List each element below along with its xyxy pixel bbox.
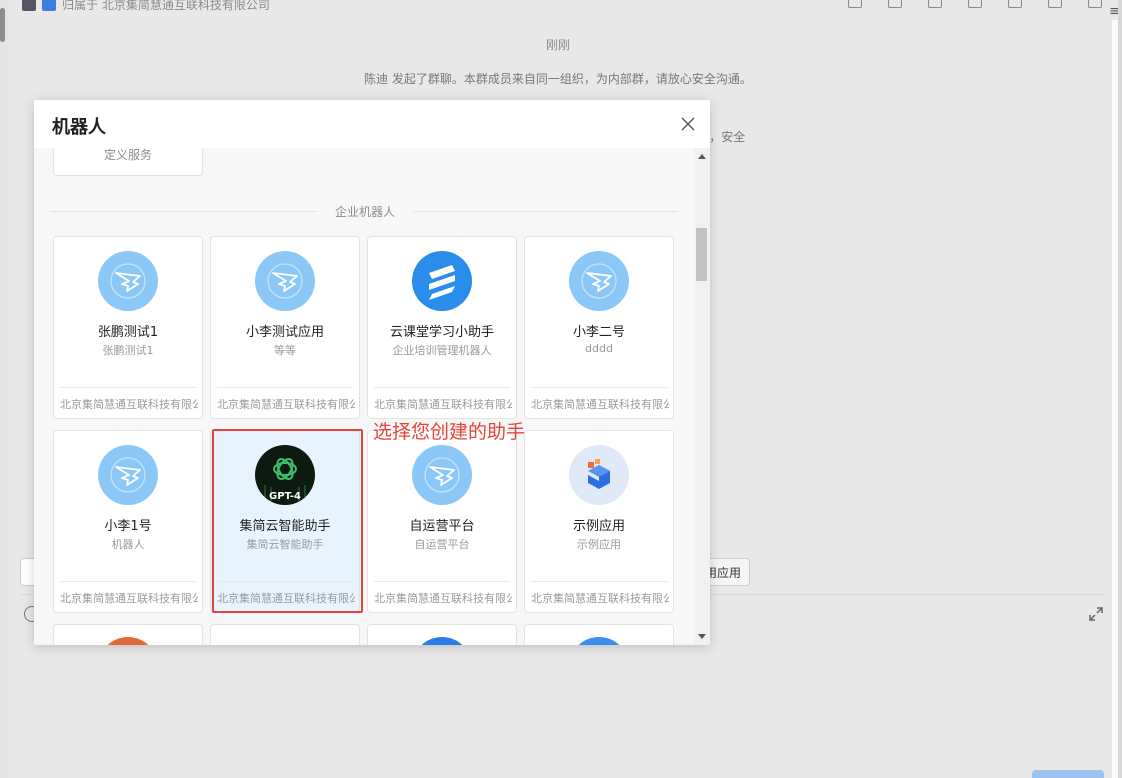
sample-app-icon — [569, 445, 629, 505]
card-separator — [60, 387, 196, 388]
robot-description: 企业培训管理机器人 — [392, 344, 492, 357]
robot-card-partial-next[interactable] — [367, 624, 517, 645]
robot-name: 小李1号 — [104, 519, 152, 534]
robot-description: 自运营平台 — [414, 538, 470, 551]
robot-name: 示例应用 — [572, 519, 625, 534]
group-avatar — [22, 0, 36, 11]
robot-description: 示例应用 — [577, 538, 621, 551]
robot-card[interactable]: 云课堂学习小助手企业培训管理机器人北京集简慧通互联科技有限公司 — [367, 236, 517, 419]
robot-card-partial-next[interactable] — [524, 624, 674, 645]
gpt4-badge-text: GPT-4 — [269, 491, 301, 502]
robot-card-partial-next[interactable] — [210, 624, 360, 645]
scroll-up-arrow-icon[interactable] — [698, 154, 706, 159]
left-panel-edge — [0, 0, 8, 778]
robot-picker-dialog: 机器人 定义服务 企业机器人 张鹏测试1张鹏测试1北京集简慧通互联科技有限公司小… — [34, 100, 710, 645]
robot-card[interactable]: 自运营平台自运营平台北京集简慧通互联科技有限公司 — [367, 430, 517, 613]
robot-name: 云课堂学习小助手 — [389, 325, 494, 340]
toolbar-icon-4[interactable] — [968, 0, 982, 8]
ding-robot-icon — [98, 445, 158, 505]
robot-icon — [98, 637, 158, 645]
scrollbar-thumb[interactable] — [696, 228, 707, 281]
robot-org: 北京集简慧通互联科技有限公司 — [60, 398, 198, 411]
ding-robot-icon — [98, 251, 158, 311]
robot-name: 小李二号 — [572, 325, 625, 340]
card-separator — [217, 387, 353, 388]
dialog-title: 机器人 — [52, 117, 106, 138]
robot-card-partial[interactable]: 定义服务 — [53, 148, 203, 176]
robot-org: 北京集简慧通互联科技有限公司 — [60, 592, 198, 605]
robot-org: 北京集简慧通互联科技有限公司 — [374, 398, 512, 411]
robot-description: 集简云智能助手 — [246, 538, 324, 551]
robot-description: dddd — [585, 342, 613, 355]
robot-description: 等等 — [274, 344, 296, 357]
robot-description: 机器人 — [111, 538, 145, 551]
robot-card-partial-text: 定义服务 — [103, 148, 152, 162]
cloud-classroom-icon — [412, 251, 472, 311]
scroll-down-arrow-icon[interactable] — [698, 634, 706, 639]
ding-robot-icon — [569, 251, 629, 311]
toolbar-icon-1[interactable] — [848, 0, 862, 8]
chat-header-org: 归属于 北京集简慧通互联科技有限公司 — [62, 0, 270, 12]
robot-card[interactable]: 张鹏测试1 张鹏测试1 北京集简慧通互联科技有限公司 — [53, 236, 203, 419]
robot-name: 自运营平台 — [409, 519, 475, 534]
annotation-text: 选择您创建的助手 — [373, 421, 526, 443]
robot-card-partial-next[interactable] — [53, 624, 203, 645]
robot-name: 张鹏测试1 — [97, 325, 159, 340]
toolbar-icon-3[interactable] — [928, 0, 942, 8]
robot-list: 定义服务 企业机器人 张鹏测试1张鹏测试1北京集简慧通互联科技有限公司小李测试应… — [34, 148, 694, 645]
toolbar-icon-2[interactable] — [888, 0, 902, 8]
robot-card[interactable]: 小李1号机器人北京集简慧通互联科技有限公司 — [53, 430, 203, 613]
card-separator — [531, 387, 667, 388]
chat-header: 归属于 北京集简慧通互联科技有限公司 — [22, 0, 270, 14]
robot-org: 北京集简慧通互联科技有限公司 — [217, 592, 355, 605]
card-separator — [374, 581, 510, 582]
divider-line-right — [414, 211, 678, 212]
card-separator — [217, 581, 353, 582]
card-separator — [374, 387, 510, 388]
robot-org: 北京集简慧通互联科技有限公司 — [531, 592, 669, 605]
section-divider: 企业机器人 — [50, 201, 678, 221]
robot-card[interactable]: 小李测试应用等等北京集简慧通互联科技有限公司 — [210, 236, 360, 419]
robot-description: 张鹏测试1 — [102, 344, 154, 357]
send-button[interactable] — [1032, 770, 1104, 778]
robot-org: 北京集简慧通互联科技有限公司 — [374, 592, 512, 605]
divider-line-left — [50, 211, 316, 212]
robot-card[interactable]: 小李二号 dddd 北京集简慧通互联科技有限公司 — [524, 236, 674, 419]
robot-icon — [412, 637, 472, 645]
robot-card[interactable]: 示例应用示例应用北京集简慧通互联科技有限公司 — [524, 430, 674, 613]
window-edge — [1118, 0, 1122, 778]
dialog-scrollbar[interactable] — [694, 148, 710, 645]
gpt4-icon: GPT-4 — [255, 445, 315, 505]
settings-icon[interactable] — [1088, 0, 1102, 8]
dialog-header: 机器人 — [34, 100, 710, 148]
robot-org: 北京集简慧通互联科技有限公司 — [531, 398, 669, 411]
close-icon[interactable] — [680, 116, 696, 132]
toolbar-icon-5[interactable] — [1008, 0, 1022, 8]
robot-org: 北京集简慧通互联科技有限公司 — [217, 398, 355, 411]
expand-icon[interactable] — [1088, 606, 1104, 622]
ding-robot-icon — [412, 445, 472, 505]
ding-robot-icon — [255, 251, 315, 311]
chat-toolbar — [848, 0, 1102, 8]
card-separator — [531, 581, 667, 582]
robot-card[interactable]: GPT-4 集简云智能助手集简云智能助手北京集简慧通互联科技有限公司 — [210, 430, 360, 613]
card-separator — [60, 581, 196, 582]
robot-icon — [569, 637, 629, 645]
toolbar-icon-6[interactable] — [1048, 0, 1062, 8]
org-badge-icon — [42, 0, 56, 11]
robot-name: 小李测试应用 — [245, 325, 324, 340]
robot-name: 集简云智能助手 — [239, 519, 331, 534]
chat-timestamp: 刚刚 — [545, 38, 570, 52]
system-message: 陈迪 发起了群聊。本群成员来自同一组织，为内部群，请放心安全沟通。 — [364, 72, 752, 86]
section-label: 企业机器人 — [334, 205, 395, 219]
